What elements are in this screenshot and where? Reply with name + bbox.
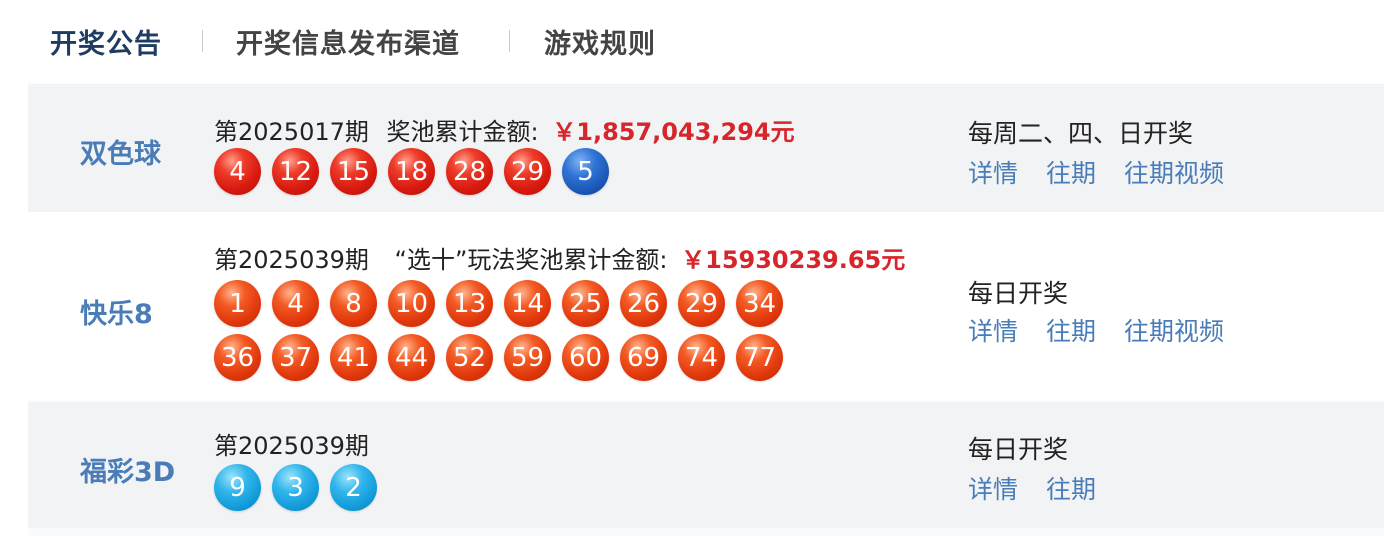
- number-ball: 74: [678, 334, 725, 381]
- issue-number: 第2025039期: [214, 432, 369, 460]
- number-ball: 2: [330, 464, 377, 511]
- row-links: 详情 往期: [968, 470, 1124, 506]
- number-ball: 29: [678, 280, 725, 327]
- red-ball: 18: [388, 148, 435, 195]
- number-ball: 77: [736, 334, 783, 381]
- issue-number: 第2025039期: [214, 246, 369, 274]
- number-ball: 26: [620, 280, 667, 327]
- details-link[interactable]: 详情: [968, 159, 1018, 188]
- tab-bar: 开奖公告 开奖信息发布渠道 游戏规则: [28, 0, 1384, 85]
- red-ball: 15: [330, 148, 377, 195]
- issue-number: 第2025017期: [214, 118, 369, 146]
- issue-info: 第2025039期: [214, 426, 369, 461]
- tab-divider: [509, 30, 510, 52]
- issue-info: 第2025039期 “选十”玩法奖池累计金额: ￥15930239.65元: [214, 240, 905, 275]
- game-name[interactable]: 双色球: [80, 132, 161, 171]
- number-ball: 14: [504, 280, 551, 327]
- tab-game-rules[interactable]: 游戏规则: [544, 22, 656, 61]
- red-ball: 28: [446, 148, 493, 195]
- pool-amount: ￥1,857,043,294元: [552, 118, 795, 146]
- pool-amount: ￥15930239.65元: [681, 246, 906, 274]
- number-ball: 9: [214, 464, 261, 511]
- number-ball: 52: [446, 334, 493, 381]
- number-ball: 60: [562, 334, 609, 381]
- history-video-link[interactable]: 往期视频: [1124, 317, 1224, 346]
- tab-divider: [202, 30, 203, 52]
- history-link[interactable]: 往期: [1046, 159, 1096, 188]
- draw-schedule: 每周二、四、日开奖: [968, 119, 1194, 148]
- history-link[interactable]: 往期: [1046, 317, 1096, 346]
- number-ball: 69: [620, 334, 667, 381]
- blue-ball: 5: [562, 148, 609, 195]
- red-ball: 29: [504, 148, 551, 195]
- game-row-ssq: 双色球 第2025017期 奖池累计金额: ￥1,857,043,294元 4 …: [28, 86, 1384, 212]
- number-ball: 1: [214, 280, 261, 327]
- number-ball: 59: [504, 334, 551, 381]
- number-ball: 10: [388, 280, 435, 327]
- number-ball: 3: [272, 464, 319, 511]
- pool-label: “选十”玩法奖池累计金额:: [394, 246, 668, 274]
- red-ball: 12: [272, 148, 319, 195]
- number-ball: 34: [736, 280, 783, 327]
- number-ball: 25: [562, 280, 609, 327]
- number-ball: 36: [214, 334, 261, 381]
- number-ball: 37: [272, 334, 319, 381]
- game-name[interactable]: 快乐8: [80, 292, 153, 331]
- row-links: 详情 往期 往期视频: [968, 154, 1252, 190]
- draw-schedule: 每日开奖: [968, 279, 1069, 308]
- issue-info: 第2025017期 奖池累计金额: ￥1,857,043,294元: [214, 112, 795, 147]
- game-row-3d: 福彩3D 第2025039期 9 3 2 每日开奖 详情 往期: [28, 402, 1384, 528]
- red-ball: 4: [214, 148, 261, 195]
- history-link[interactable]: 往期: [1046, 475, 1096, 504]
- number-ball: 4: [272, 280, 319, 327]
- draw-schedule: 每日开奖: [968, 435, 1069, 464]
- game-name[interactable]: 福彩3D: [80, 450, 175, 489]
- details-link[interactable]: 详情: [968, 475, 1018, 504]
- details-link[interactable]: 详情: [968, 317, 1018, 346]
- history-video-link[interactable]: 往期视频: [1124, 159, 1224, 188]
- game-row-kl8: 快乐8 第2025039期 “选十”玩法奖池累计金额: ￥15930239.65…: [28, 212, 1384, 400]
- number-ball: 44: [388, 334, 435, 381]
- number-ball: 41: [330, 334, 377, 381]
- tab-release-channels[interactable]: 开奖信息发布渠道: [236, 22, 460, 61]
- row-links: 详情 往期 往期视频: [968, 312, 1252, 348]
- number-ball: 8: [330, 280, 377, 327]
- tab-draw-announcement[interactable]: 开奖公告: [50, 22, 162, 61]
- pool-label: 奖池累计金额:: [386, 118, 539, 146]
- number-ball: 13: [446, 280, 493, 327]
